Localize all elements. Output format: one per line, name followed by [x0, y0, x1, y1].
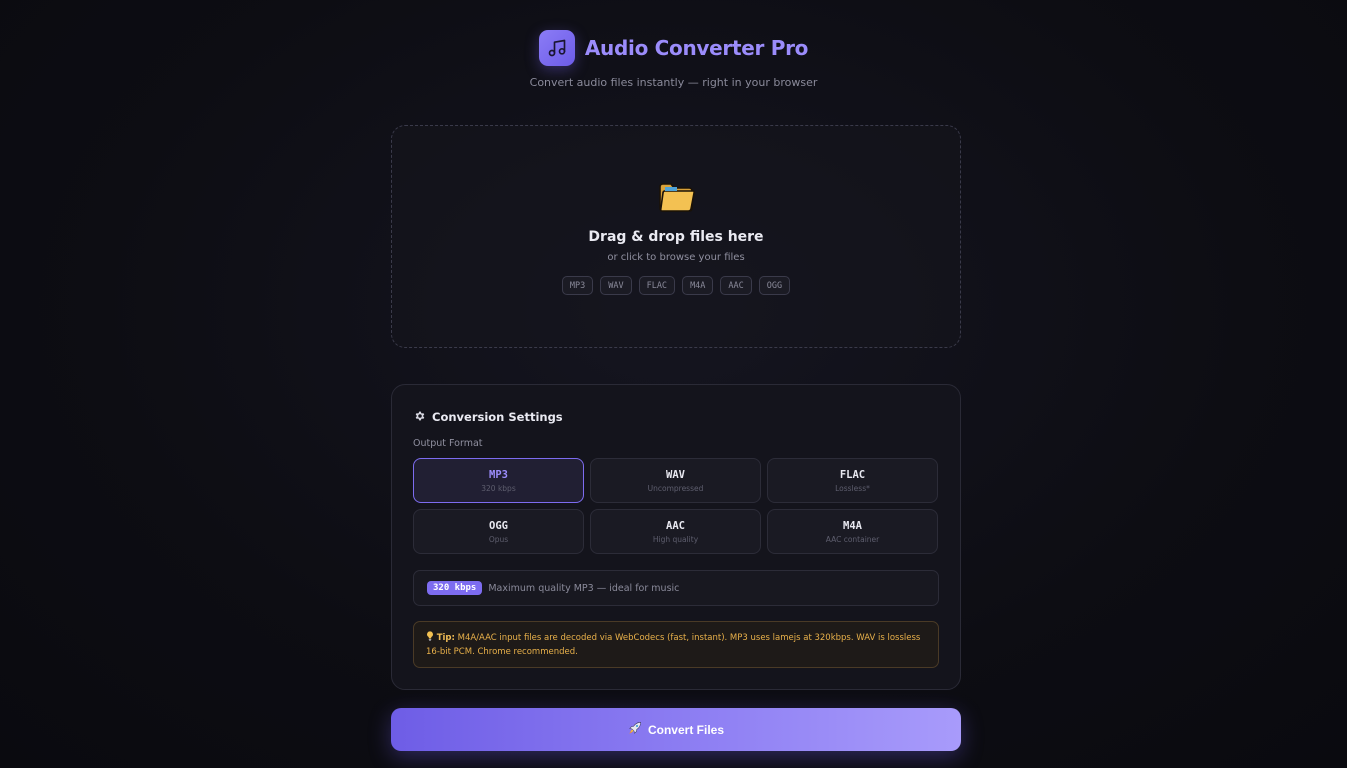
format-option-wav[interactable]: WAV Uncompressed — [590, 458, 761, 503]
format-option-desc: AAC container — [825, 535, 880, 544]
format-option-name: AAC — [666, 520, 685, 532]
format-tag: OGG — [758, 276, 791, 295]
tip-box: Tip: M4A/AAC input files are decoded via… — [413, 621, 939, 668]
gear-icon — [414, 407, 426, 426]
convert-button-label: Convert Files — [647, 722, 725, 737]
format-option-mp3[interactable]: MP3 320 kbps — [413, 458, 584, 503]
header: Audio Converter Pro Convert audio files … — [0, 30, 1347, 89]
format-option-desc: Lossless* — [835, 484, 870, 493]
format-option-desc: High quality — [652, 535, 699, 544]
format-tag: AAC — [720, 276, 752, 295]
folder-icon — [392, 181, 960, 215]
format-option-ogg[interactable]: OGG Opus — [413, 509, 584, 554]
format-option-name: WAV — [666, 469, 685, 481]
format-option-desc: Opus — [488, 535, 509, 544]
format-option-name: OGG — [489, 520, 508, 532]
format-option-flac[interactable]: FLAC Lossless* — [767, 458, 938, 503]
title-row: Audio Converter Pro — [0, 30, 1347, 66]
format-tag: FLAC — [638, 276, 676, 295]
format-option-name: FLAC — [839, 469, 866, 481]
dropzone-subtitle: or click to browse your files — [607, 252, 745, 263]
format-tag: M4A — [682, 276, 714, 295]
format-option-desc: Uncompressed — [647, 484, 704, 493]
format-option-name: MP3 — [489, 469, 508, 481]
quality-info: 320 kbps Maximum quality MP3 — ideal for… — [413, 570, 939, 606]
format-tag: WAV — [600, 276, 632, 295]
music-note-icon — [538, 30, 575, 66]
app-title: Audio Converter Pro — [584, 36, 809, 60]
settings-header: Conversion Settings — [414, 407, 563, 426]
app-root: Audio Converter Pro Convert audio files … — [0, 0, 1347, 768]
lightbulb-icon — [426, 631, 437, 643]
quality-description: Maximum quality MP3 — ideal for music — [488, 582, 680, 594]
format-option-aac[interactable]: AAC High quality — [590, 509, 761, 554]
settings-title: Conversion Settings — [432, 409, 563, 424]
bitrate-badge: 320 kbps — [427, 581, 483, 595]
conversion-settings-panel: Conversion Settings Output Format MP3 32… — [391, 384, 961, 690]
supported-formats: MP3 WAV FLAC M4A AAC OGG — [392, 276, 960, 295]
rocket-icon — [628, 721, 642, 738]
output-format-label: Output Format — [413, 438, 483, 449]
format-option-m4a[interactable]: M4A AAC container — [767, 509, 938, 554]
app-subtitle: Convert audio files instantly — right in… — [529, 76, 818, 89]
dropzone-title: Drag & drop files here — [588, 229, 764, 245]
format-option-desc: 320 kbps — [481, 484, 516, 493]
format-option-name: M4A — [843, 520, 862, 532]
tip-label: Tip: — [436, 633, 455, 643]
file-dropzone[interactable]: Drag & drop files here or click to brows… — [391, 125, 961, 348]
tip-text: M4A/AAC input files are decoded via WebC… — [426, 633, 921, 657]
output-format-grid: MP3 320 kbps WAV Uncompressed FLAC Lossl… — [413, 458, 939, 554]
convert-files-button[interactable]: Convert Files — [391, 708, 961, 751]
format-tag: MP3 — [561, 276, 594, 295]
